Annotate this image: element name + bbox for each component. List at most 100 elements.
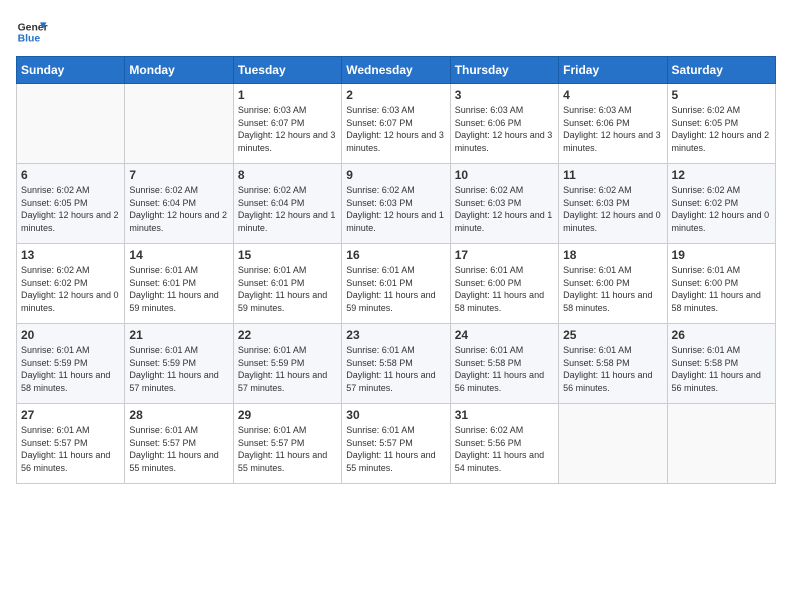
calendar-cell: 29Sunrise: 6:01 AM Sunset: 5:57 PM Dayli… (233, 404, 341, 484)
calendar-cell: 17 Sunrise: 6:01 AM Sunset: 6:00 PM Dayli… (450, 244, 558, 324)
logo-icon: General Blue (16, 16, 48, 48)
calendar-cell: 15 Sunrise: 6:01 AM Sunset: 6:01 PM Dayli… (233, 244, 341, 324)
calendar-cell: 18 Sunrise: 6:01 AM Sunset: 6:00 PM Dayli… (559, 244, 667, 324)
day-info: Sunrise: 6:03 AM Sunset: 6:07 PM Dayligh… (346, 104, 445, 154)
day-info: Sunrise: 6:02 AM Sunset: 6:02 PM Dayligh… (21, 264, 120, 314)
day-number: 5 (672, 88, 771, 102)
day-info: Sunrise: 6:01 AM Sunset: 5:57 PM Dayligh… (21, 424, 120, 474)
day-number: 23 (346, 328, 445, 342)
day-number: 17 (455, 248, 554, 262)
day-info: Sunrise: 6:01 AM Sunset: 5:57 PM Dayligh… (346, 424, 445, 474)
day-number: 18 (563, 248, 662, 262)
calendar-cell: 10Sunrise: 6:02 AM Sunset: 6:03 PM Dayli… (450, 164, 558, 244)
weekday-header-wednesday: Wednesday (342, 57, 450, 84)
day-info: Sunrise: 6:03 AM Sunset: 6:06 PM Dayligh… (455, 104, 554, 154)
calendar-table: SundayMondayTuesdayWednesdayThursdayFrid… (16, 56, 776, 484)
day-number: 25 (563, 328, 662, 342)
day-number: 21 (129, 328, 228, 342)
day-info: Sunrise: 6:01 AM Sunset: 5:58 PM Dayligh… (563, 344, 662, 394)
day-info: Sunrise: 6:03 AM Sunset: 6:06 PM Dayligh… (563, 104, 662, 154)
weekday-header-friday: Friday (559, 57, 667, 84)
day-info: Sunrise: 6:02 AM Sunset: 6:05 PM Dayligh… (672, 104, 771, 154)
day-number: 1 (238, 88, 337, 102)
day-number: 12 (672, 168, 771, 182)
day-info: Sunrise: 6:01 AM Sunset: 5:59 PM Dayligh… (129, 344, 228, 394)
day-info: Sunrise: 6:01 AM Sunset: 6:00 PM Dayligh… (455, 264, 554, 314)
calendar-cell: 1 Sunrise: 6:03 AM Sunset: 6:07 PM Daylig… (233, 84, 341, 164)
day-number: 27 (21, 408, 120, 422)
calendar-cell: 13 Sunrise: 6:02 AM Sunset: 6:02 PM Dayli… (17, 244, 125, 324)
day-info: Sunrise: 6:01 AM Sunset: 6:00 PM Dayligh… (563, 264, 662, 314)
calendar-cell: 19 Sunrise: 6:01 AM Sunset: 6:00 PM Dayli… (667, 244, 775, 324)
day-info: Sunrise: 6:01 AM Sunset: 5:58 PM Dayligh… (672, 344, 771, 394)
calendar-cell (125, 84, 233, 164)
day-number: 4 (563, 88, 662, 102)
day-info: Sunrise: 6:01 AM Sunset: 5:57 PM Dayligh… (129, 424, 228, 474)
calendar-cell: 22 Sunrise: 6:01 AM Sunset: 5:59 PM Dayli… (233, 324, 341, 404)
weekday-header-tuesday: Tuesday (233, 57, 341, 84)
calendar-cell: 21 Sunrise: 6:01 AM Sunset: 5:59 PM Dayli… (125, 324, 233, 404)
day-number: 2 (346, 88, 445, 102)
day-number: 14 (129, 248, 228, 262)
day-number: 28 (129, 408, 228, 422)
day-info: Sunrise: 6:02 AM Sunset: 6:04 PM Dayligh… (129, 184, 228, 234)
calendar-cell: 4 Sunrise: 6:03 AM Sunset: 6:06 PM Daylig… (559, 84, 667, 164)
calendar-cell: 23 Sunrise: 6:01 AM Sunset: 5:58 PM Dayli… (342, 324, 450, 404)
page-header: General Blue (16, 16, 776, 48)
day-info: Sunrise: 6:02 AM Sunset: 6:02 PM Dayligh… (672, 184, 771, 234)
day-number: 7 (129, 168, 228, 182)
weekday-header-saturday: Saturday (667, 57, 775, 84)
day-number: 16 (346, 248, 445, 262)
calendar-cell: 8Sunrise: 6:02 AM Sunset: 6:04 PM Daylig… (233, 164, 341, 244)
day-info: Sunrise: 6:01 AM Sunset: 6:01 PM Dayligh… (129, 264, 228, 314)
day-info: Sunrise: 6:03 AM Sunset: 6:07 PM Dayligh… (238, 104, 337, 154)
calendar-cell: 11 Sunrise: 6:02 AM Sunset: 6:03 PM Dayli… (559, 164, 667, 244)
weekday-header-monday: Monday (125, 57, 233, 84)
day-info: Sunrise: 6:02 AM Sunset: 6:05 PM Dayligh… (21, 184, 120, 234)
calendar-cell (667, 404, 775, 484)
day-info: Sunrise: 6:01 AM Sunset: 5:59 PM Dayligh… (21, 344, 120, 394)
weekday-header-thursday: Thursday (450, 57, 558, 84)
day-info: Sunrise: 6:01 AM Sunset: 6:00 PM Dayligh… (672, 264, 771, 314)
day-number: 6 (21, 168, 120, 182)
calendar-cell: 2 Sunrise: 6:03 AM Sunset: 6:07 PM Daylig… (342, 84, 450, 164)
day-number: 19 (672, 248, 771, 262)
day-info: Sunrise: 6:01 AM Sunset: 6:01 PM Dayligh… (346, 264, 445, 314)
day-info: Sunrise: 6:01 AM Sunset: 6:01 PM Dayligh… (238, 264, 337, 314)
day-number: 26 (672, 328, 771, 342)
calendar-cell: 16 Sunrise: 6:01 AM Sunset: 6:01 PM Dayli… (342, 244, 450, 324)
calendar-cell: 5 Sunrise: 6:02 AM Sunset: 6:05 PM Daylig… (667, 84, 775, 164)
calendar-cell: 7 Sunrise: 6:02 AM Sunset: 6:04 PM Daylig… (125, 164, 233, 244)
day-info: Sunrise: 6:01 AM Sunset: 5:57 PM Dayligh… (238, 424, 337, 474)
day-number: 13 (21, 248, 120, 262)
day-number: 22 (238, 328, 337, 342)
calendar-cell: 24Sunrise: 6:01 AM Sunset: 5:58 PM Dayli… (450, 324, 558, 404)
day-number: 9 (346, 168, 445, 182)
calendar-cell: 14 Sunrise: 6:01 AM Sunset: 6:01 PM Dayli… (125, 244, 233, 324)
day-info: Sunrise: 6:02 AM Sunset: 6:03 PM Dayligh… (346, 184, 445, 234)
day-number: 30 (346, 408, 445, 422)
calendar-cell: 30 Sunrise: 6:01 AM Sunset: 5:57 PM Dayli… (342, 404, 450, 484)
day-number: 3 (455, 88, 554, 102)
calendar-cell: 31Sunrise: 6:02 AM Sunset: 5:56 PM Dayli… (450, 404, 558, 484)
calendar-cell: 25 Sunrise: 6:01 AM Sunset: 5:58 PM Dayli… (559, 324, 667, 404)
day-number: 20 (21, 328, 120, 342)
day-info: Sunrise: 6:02 AM Sunset: 6:03 PM Dayligh… (563, 184, 662, 234)
calendar-cell: 3 Sunrise: 6:03 AM Sunset: 6:06 PM Daylig… (450, 84, 558, 164)
day-info: Sunrise: 6:01 AM Sunset: 5:58 PM Dayligh… (455, 344, 554, 394)
logo: General Blue (16, 16, 48, 48)
calendar-cell: 26 Sunrise: 6:01 AM Sunset: 5:58 PM Dayli… (667, 324, 775, 404)
calendar-cell: 12 Sunrise: 6:02 AM Sunset: 6:02 PM Dayli… (667, 164, 775, 244)
day-number: 8 (238, 168, 337, 182)
calendar-cell (559, 404, 667, 484)
day-number: 15 (238, 248, 337, 262)
weekday-header-sunday: Sunday (17, 57, 125, 84)
calendar-cell: 28 Sunrise: 6:01 AM Sunset: 5:57 PM Dayli… (125, 404, 233, 484)
day-number: 11 (563, 168, 662, 182)
calendar-cell: 9 Sunrise: 6:02 AM Sunset: 6:03 PM Daylig… (342, 164, 450, 244)
day-info: Sunrise: 6:01 AM Sunset: 5:59 PM Dayligh… (238, 344, 337, 394)
svg-text:Blue: Blue (18, 34, 41, 45)
day-number: 10 (455, 168, 554, 182)
calendar-cell: 20 Sunrise: 6:01 AM Sunset: 5:59 PM Dayli… (17, 324, 125, 404)
day-info: Sunrise: 6:01 AM Sunset: 5:58 PM Dayligh… (346, 344, 445, 394)
